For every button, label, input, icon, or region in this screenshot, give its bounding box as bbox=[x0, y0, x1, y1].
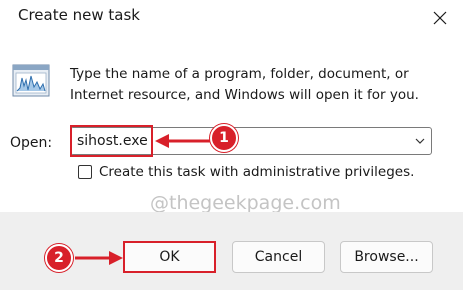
window-title: Create new task bbox=[18, 6, 140, 24]
step-1-badge: 1 bbox=[210, 124, 238, 152]
chevron-down-icon[interactable] bbox=[411, 133, 429, 149]
cancel-button[interactable]: Cancel bbox=[232, 241, 325, 273]
admin-checkbox-row[interactable]: Create this task with administrative pri… bbox=[78, 162, 414, 182]
dialog-body bbox=[0, 36, 463, 212]
title-bar: Create new task bbox=[0, 0, 463, 36]
admin-checkbox-label[interactable]: Create this task with administrative pri… bbox=[99, 164, 414, 180]
field-highlight-box bbox=[70, 125, 153, 157]
close-icon bbox=[433, 11, 447, 25]
watermark: @thegeekpage.com bbox=[150, 192, 341, 214]
admin-checkbox[interactable] bbox=[78, 165, 92, 179]
ok-button[interactable]: OK bbox=[123, 241, 216, 273]
step-2-badge: 2 bbox=[45, 244, 73, 272]
arrow-icon bbox=[155, 134, 213, 148]
open-label: Open: bbox=[10, 135, 53, 151]
run-dialog-icon bbox=[12, 64, 50, 97]
browse-button[interactable]: Browse... bbox=[340, 241, 433, 273]
dialog-description: Type the name of a program, folder, docu… bbox=[70, 66, 419, 103]
arrow-icon bbox=[75, 251, 123, 265]
close-button[interactable] bbox=[417, 0, 463, 36]
